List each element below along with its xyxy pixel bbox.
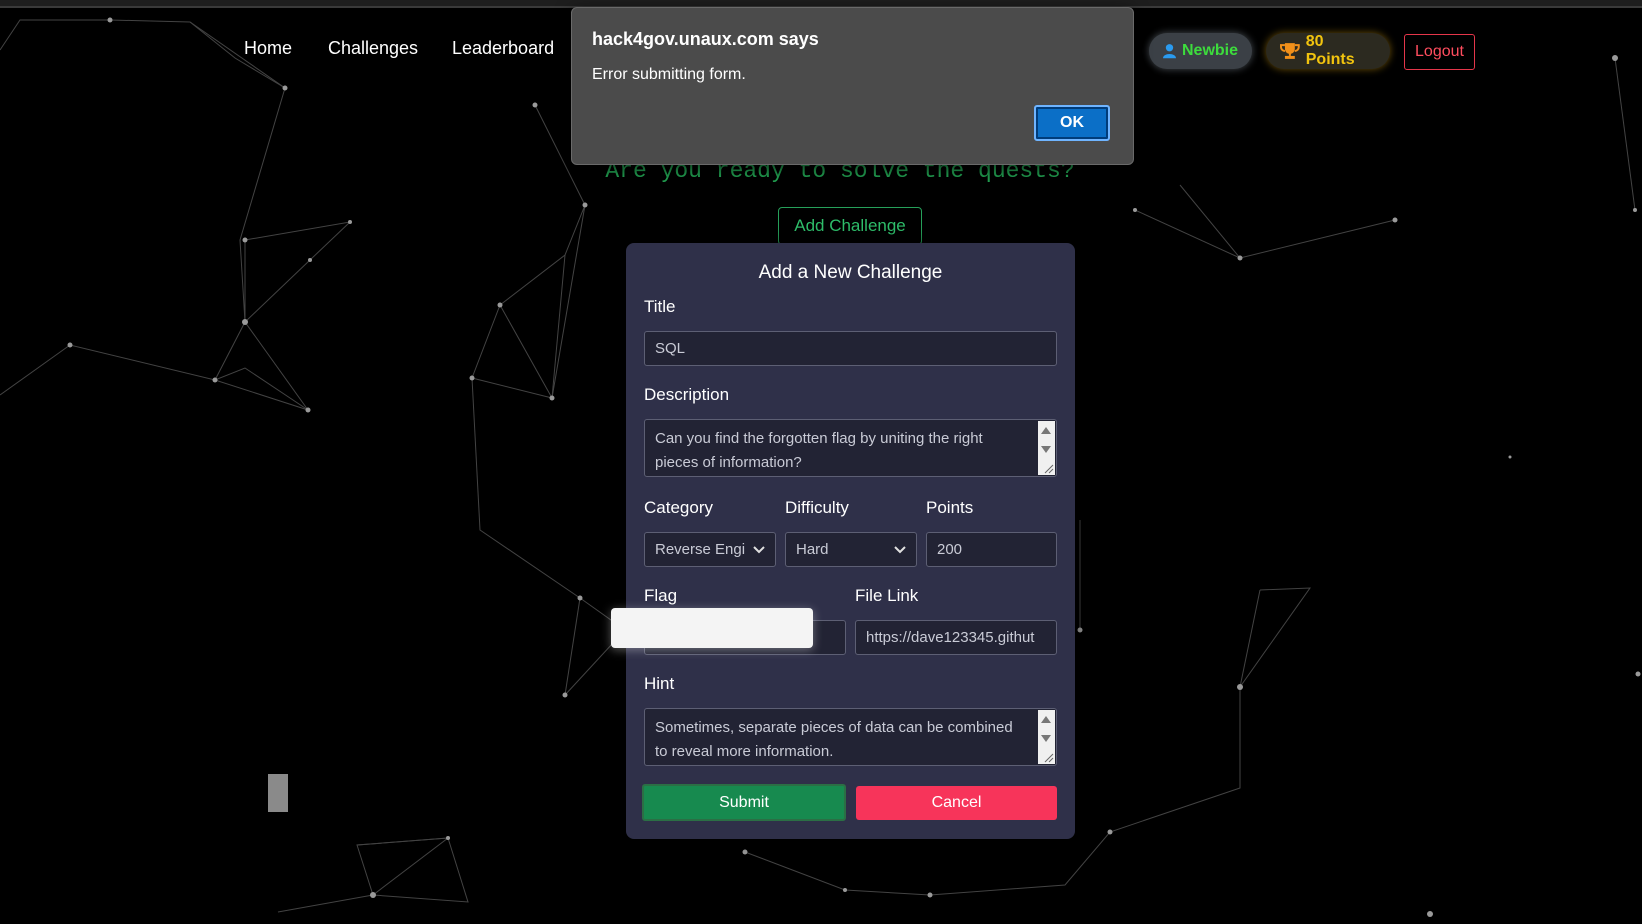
title-label: Title [644, 297, 676, 316]
points-input[interactable]: 200 [926, 532, 1057, 567]
points-badge: 80 Points [1266, 33, 1390, 69]
resize-grip-icon[interactable] [1042, 751, 1054, 763]
scroll-up-icon[interactable] [1041, 427, 1051, 434]
nav-challenges-link[interactable]: Challenges [328, 38, 418, 59]
description-textarea[interactable]: Can you find the forgotten flag by uniti… [644, 419, 1057, 477]
alert-message: Error submitting form. [592, 66, 746, 83]
flag-label: Flag [644, 586, 678, 605]
trophy-icon [1280, 43, 1300, 59]
file-link-input[interactable]: https://dave123345.githut [855, 620, 1057, 655]
description-scrollbar[interactable] [1038, 421, 1055, 475]
page-scroll-thumb[interactable] [268, 774, 288, 812]
hint-scrollbar[interactable] [1038, 710, 1055, 764]
rank-badge: Newbie [1149, 33, 1252, 69]
chevron-down-icon [894, 546, 906, 554]
alert-dialog: hack4gov.unaux.com says Error submitting… [571, 7, 1134, 165]
hint-textarea[interactable]: Sometimes, separate pieces of data can b… [644, 708, 1057, 766]
difficulty-select[interactable]: Hard [785, 532, 917, 567]
scroll-up-icon[interactable] [1041, 716, 1051, 723]
cancel-button[interactable]: Cancel [856, 786, 1057, 820]
add-challenge-button[interactable]: Add Challenge [778, 207, 922, 245]
redaction-overlay [611, 608, 813, 648]
category-label: Category [644, 498, 713, 517]
logout-button[interactable]: Logout [1404, 34, 1475, 70]
scroll-down-icon[interactable] [1041, 446, 1051, 453]
nav-home-link[interactable]: Home [244, 38, 292, 59]
description-label: Description [644, 385, 730, 404]
title-input-value: SQL [655, 340, 686, 357]
nav-leaderboard-link[interactable]: Leaderboard [452, 38, 554, 59]
difficulty-label: Difficulty [785, 498, 849, 517]
rank-label: Newbie [1181, 42, 1238, 59]
add-challenge-modal: Add a New Challenge Title SQL Descriptio… [611, 243, 1075, 839]
category-value: Reverse Engi [655, 541, 746, 558]
description-value: Can you find the forgotten flag by uniti… [655, 430, 983, 471]
alert-ok-button[interactable]: OK [1034, 105, 1110, 141]
modal-title: Add a New Challenge [758, 262, 943, 283]
user-icon [1163, 44, 1176, 59]
category-select[interactable]: Reverse Engi [644, 532, 776, 567]
file-link-label: File Link [855, 586, 919, 605]
points-label: 80 Points [1305, 33, 1355, 68]
resize-grip-icon[interactable] [1042, 462, 1054, 474]
hint-label: Hint [644, 674, 675, 693]
title-input[interactable]: SQL [644, 331, 1057, 366]
points-value: 200 [937, 541, 963, 558]
scroll-down-icon[interactable] [1041, 735, 1051, 742]
submit-button[interactable]: Submit [642, 784, 846, 821]
points-field-label: Points [926, 498, 974, 517]
chevron-down-icon [753, 546, 765, 554]
hint-value: Sometimes, separate pieces of data can b… [655, 719, 1013, 760]
difficulty-value: Hard [796, 541, 829, 558]
file-link-value: https://dave123345.githut [866, 629, 1035, 646]
alert-title: hack4gov.unaux.com says [592, 29, 819, 49]
